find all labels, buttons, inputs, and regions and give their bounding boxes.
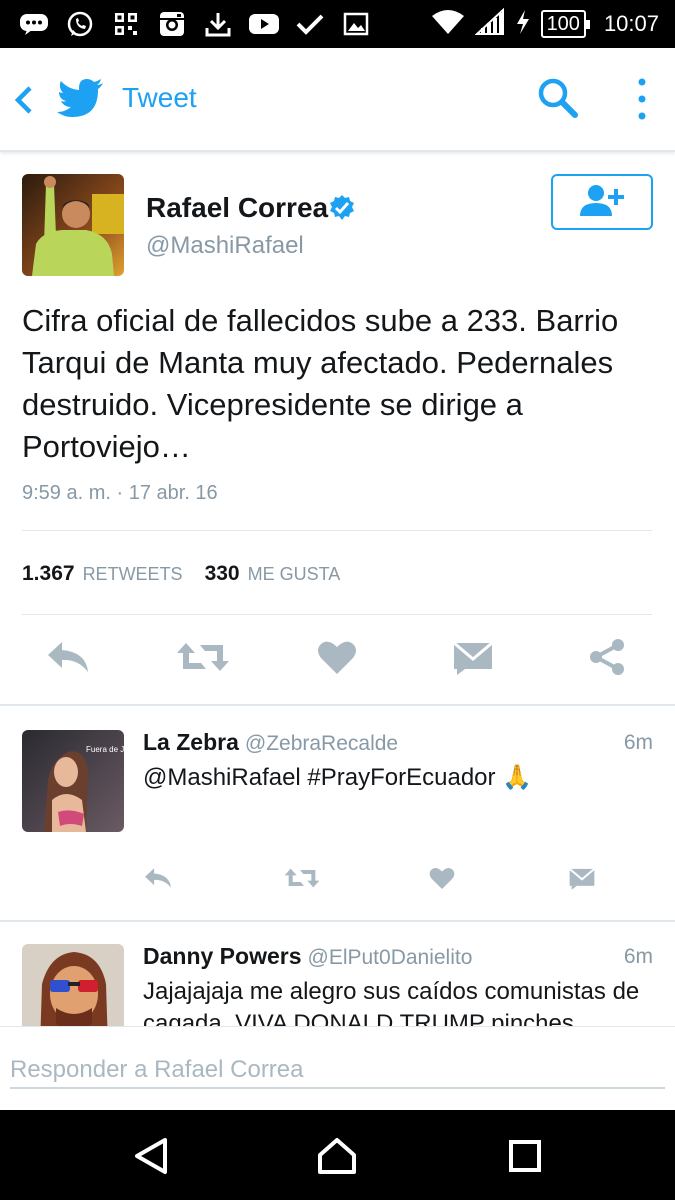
reply-author-handle: @ZebraRecalde <box>244 732 399 755</box>
divider <box>0 704 675 706</box>
reply-actions <box>0 858 675 898</box>
reply-compose-bar <box>0 1026 675 1110</box>
reply-author-name[interactable]: Danny Powers @ElPut0Danielito <box>143 943 472 970</box>
reply-input[interactable] <box>10 1053 665 1089</box>
divider <box>0 920 675 922</box>
search-icon[interactable] <box>536 76 580 120</box>
back-arrow-icon[interactable] <box>10 78 40 122</box>
nav-recents-icon[interactable] <box>500 1134 550 1178</box>
chat-icon <box>18 10 50 38</box>
instagram-icon <box>156 10 188 38</box>
retweet-icon[interactable] <box>284 858 320 898</box>
tweet-timestamp: 9:59 a. m. · 17 abr. 16 <box>22 482 218 504</box>
page-title: Tweet <box>122 82 197 113</box>
clock: 10:07 <box>603 11 659 36</box>
qr-icon <box>110 10 142 38</box>
tweet-stats: 1.367 RETWEETS 330 ME GUSTA <box>22 562 362 586</box>
nav-back-icon[interactable] <box>126 1134 176 1178</box>
nav-home-icon[interactable] <box>312 1134 362 1178</box>
tweet-text: Cifra oficial de fallecidos sube a 233. … <box>22 303 619 464</box>
battery-level: 100 <box>540 10 591 38</box>
add-user-icon <box>578 183 626 222</box>
wifi-icon <box>431 8 465 41</box>
reply-icon[interactable] <box>142 858 174 898</box>
likes-count[interactable]: 330 <box>205 562 240 586</box>
avatar-caption: Fuera de Juego <box>86 745 124 754</box>
check-icon <box>294 10 326 38</box>
reply-avatar[interactable]: Fuera de Juego <box>22 730 124 832</box>
reply-timestamp: 6m <box>623 945 653 968</box>
direct-message-icon[interactable] <box>568 858 596 898</box>
divider <box>22 530 652 531</box>
signal-icon <box>474 7 505 41</box>
reply-author-name-text: La Zebra <box>143 729 239 755</box>
whatsapp-icon <box>64 10 96 38</box>
retweets-count[interactable]: 1.367 <box>22 562 75 586</box>
reply-icon[interactable] <box>44 632 92 682</box>
retweet-icon[interactable] <box>176 632 230 682</box>
like-icon[interactable] <box>428 858 456 898</box>
youtube-icon <box>248 10 280 38</box>
charging-icon <box>515 9 531 40</box>
overflow-menu-icon[interactable] <box>632 76 652 122</box>
reply-author-handle: @ElPut0Danielito <box>307 946 473 969</box>
share-icon[interactable] <box>586 632 628 682</box>
divider <box>22 614 652 615</box>
verified-badge-icon <box>328 194 356 222</box>
follow-button[interactable] <box>551 174 653 230</box>
retweets-label[interactable]: RETWEETS <box>83 564 183 585</box>
status-bar: 100 10:07 <box>0 0 675 48</box>
direct-message-icon[interactable] <box>452 632 494 682</box>
tweet-actions <box>0 632 675 692</box>
reply-author-name-text: Danny Powers <box>143 943 302 969</box>
author-name[interactable]: Rafael Correa <box>146 192 328 224</box>
twitter-bird-icon <box>56 78 104 118</box>
author-avatar[interactable] <box>22 174 124 276</box>
likes-label[interactable]: ME GUSTA <box>248 564 341 585</box>
like-icon[interactable] <box>316 632 358 682</box>
reply-text: @MashiRafael #PrayForEcuador 🙏 <box>143 764 533 791</box>
author-handle[interactable]: @MashiRafael <box>146 232 304 260</box>
app-bar: Tweet <box>0 48 675 152</box>
reply-author-name[interactable]: La Zebra @ZebraRecalde <box>143 729 398 756</box>
download-icon <box>202 10 234 38</box>
reply-timestamp: 6m <box>623 731 653 754</box>
navigation-bar <box>0 1110 675 1200</box>
image-icon <box>340 10 372 38</box>
